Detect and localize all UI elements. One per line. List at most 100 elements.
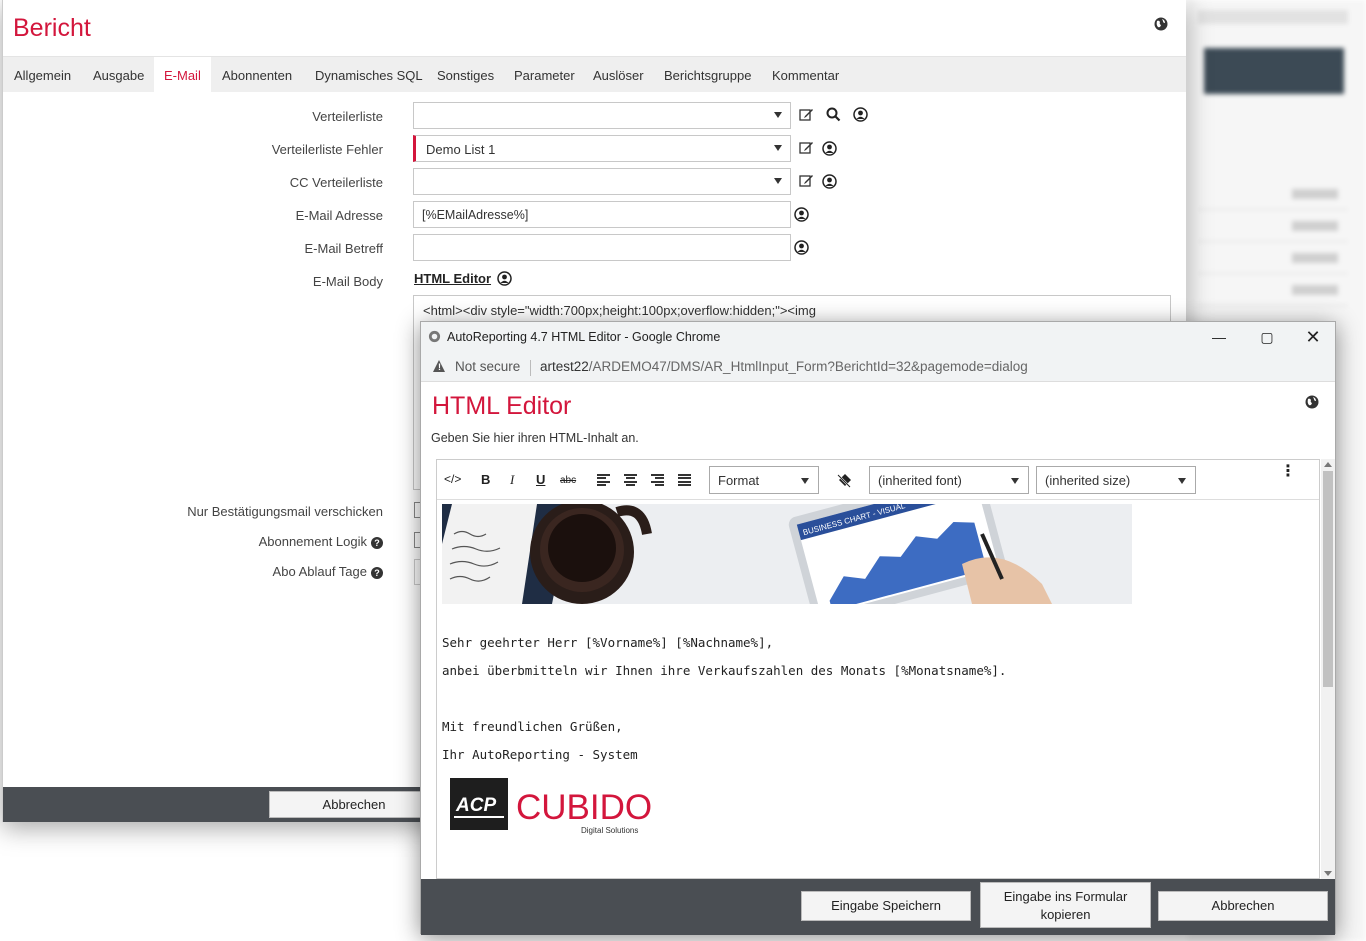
popup-footer: Eingabe Speichern Eingabe ins Formular k… — [421, 879, 1335, 935]
acp-cubido-logo: ACP CUBIDO Digital Solutions — [450, 778, 652, 835]
user-circle-icon[interactable] — [497, 271, 512, 286]
popup-subtitle: Geben Sie hier ihren HTML-Inhalt an. — [431, 431, 639, 445]
edit-icon[interactable] — [799, 107, 814, 122]
background-bar — [1198, 10, 1348, 24]
search-icon[interactable] — [826, 107, 841, 122]
more-options-icon[interactable]: ⋮ — [1280, 464, 1296, 480]
editor-toolbar: </> B I U abc Format (inherited font) (i… — [437, 460, 1319, 500]
tab-ausloeser[interactable]: Auslöser — [583, 57, 654, 92]
logo-tagline: Digital Solutions — [581, 826, 638, 835]
help-icon[interactable]: ? — [371, 536, 383, 549]
code-view-button[interactable]: </> — [444, 472, 461, 486]
cc-verteilerliste-select[interactable] — [413, 168, 791, 195]
scrollbar-thumb[interactable] — [1323, 471, 1333, 687]
align-left-icon[interactable] — [597, 474, 610, 486]
bold-button[interactable]: B — [481, 472, 490, 487]
tab-kommentar[interactable]: Kommentar — [762, 57, 849, 92]
chevron-down-icon — [774, 112, 782, 118]
user-circle-icon[interactable] — [853, 107, 868, 122]
format-value: Format — [718, 473, 760, 488]
underline-button[interactable]: U — [536, 472, 545, 487]
abonnement-logik-label: Abonnement Logik — [258, 534, 367, 549]
tab-sonstiges[interactable]: Sonstiges — [427, 57, 504, 92]
user-circle-icon[interactable] — [822, 174, 837, 189]
url-path: /ARDEMO47/DMS/AR_HtmlInput_Form?BerichtI… — [588, 359, 1028, 374]
user-circle-icon[interactable] — [822, 141, 837, 156]
close-icon[interactable]: ✕ — [1304, 328, 1322, 346]
align-center-icon[interactable] — [624, 474, 637, 486]
tab-ausgabe[interactable]: Ausgabe — [83, 57, 154, 92]
email-betreff-label: E-Mail Betreff — [304, 241, 383, 256]
verteilerliste-fehler-select[interactable]: Demo List 1 — [413, 135, 791, 162]
email-adresse-value: [%EMailAdresse%] — [422, 208, 529, 222]
page-title: Bericht — [13, 14, 91, 42]
background-row — [1198, 276, 1348, 306]
verteilerliste-select[interactable] — [413, 102, 791, 129]
abonnement-logik-row: Abonnement Logik? — [13, 534, 383, 549]
globe-icon[interactable] — [1305, 395, 1319, 409]
align-justify-icon[interactable] — [678, 474, 691, 486]
email-betreff-input[interactable] — [413, 234, 791, 261]
nur-bestaetigung-label: Nur Bestätigungsmail verschicken — [187, 504, 383, 519]
align-right-icon[interactable] — [651, 474, 664, 486]
tab-bar: Allgemein Ausgabe E-Mail Abonnenten Dyna… — [3, 57, 1186, 92]
scroll-up-icon[interactable] — [1324, 462, 1332, 467]
copy-to-form-label-1: Eingabe ins Formular — [1003, 889, 1128, 904]
not-secure-label: Not secure — [455, 359, 521, 374]
logo-cubido-text: CUBIDO — [516, 788, 652, 827]
chevron-down-icon — [801, 478, 809, 484]
dialog-header: Bericht — [3, 0, 1186, 57]
clear-format-icon[interactable] — [836, 473, 852, 489]
copy-to-form-button[interactable]: Eingabe ins Formular kopieren — [980, 882, 1151, 928]
italic-button[interactable]: I — [510, 472, 514, 488]
abo-ablauf-tage-label: Abo Ablauf Tage — [272, 564, 367, 579]
background-row — [1198, 212, 1348, 242]
email-adresse-input[interactable]: [%EMailAdresse%] — [413, 201, 791, 228]
vertical-scrollbar[interactable] — [1321, 459, 1335, 879]
url-text: artest22/ARDEMO47/DMS/AR_HtmlInput_Form?… — [540, 359, 1028, 374]
banner-image: BUSINESS CHART - VISUAL — [442, 504, 1132, 604]
popup-cancel-button[interactable]: Abbrechen — [1158, 891, 1328, 921]
chevron-down-icon — [1178, 478, 1186, 484]
cancel-button[interactable]: Abbrechen — [269, 791, 439, 818]
chevron-down-icon — [774, 145, 782, 151]
abo-ablauf-tage-row: Abo Ablauf Tage? — [13, 564, 383, 579]
strikethrough-button[interactable]: abc — [560, 475, 576, 486]
tab-abonnenten[interactable]: Abonnenten — [212, 57, 302, 92]
tab-berichtsgruppe[interactable]: Berichtsgruppe — [654, 57, 761, 92]
tab-email[interactable]: E-Mail — [154, 57, 211, 92]
size-select[interactable]: (inherited size) — [1036, 466, 1196, 494]
chrome-titlebar: AutoReporting 4.7 HTML Editor - Google C… — [421, 322, 1335, 352]
edit-icon[interactable] — [799, 173, 814, 188]
content-closing: Mit freundlichen Grüßen, — [442, 719, 623, 734]
maximize-icon[interactable]: ▢ — [1258, 328, 1276, 346]
content-line: anbei überbmitteln wir Ihnen ihre Verkau… — [442, 663, 1007, 678]
background-row — [1198, 180, 1348, 210]
email-body-label: E-Mail Body — [312, 274, 383, 289]
user-circle-icon[interactable] — [794, 207, 809, 222]
tab-parameter[interactable]: Parameter — [504, 57, 585, 92]
user-circle-icon[interactable] — [794, 240, 809, 255]
editor-content[interactable]: BUSINESS CHART - VISUAL Sehr geehrter He… — [442, 504, 1304, 878]
verteilerliste-fehler-label: Verteilerliste Fehler — [271, 142, 383, 157]
scroll-down-icon[interactable] — [1324, 871, 1332, 876]
format-select[interactable]: Format — [709, 466, 819, 494]
font-select[interactable]: (inherited font) — [869, 466, 1029, 494]
help-icon[interactable]: ? — [371, 566, 383, 579]
html-editor-link[interactable]: HTML Editor — [414, 271, 491, 286]
minimize-icon[interactable]: — — [1210, 328, 1228, 346]
content-signature: Ihr AutoReporting - System — [442, 747, 638, 762]
size-value: (inherited size) — [1045, 473, 1131, 488]
tab-dynamisches-sql[interactable]: Dynamisches SQL — [305, 57, 433, 92]
email-body-code-text: <html><div style="width:700px;height:100… — [423, 303, 816, 318]
tab-allgemein[interactable]: Allgemein — [4, 57, 81, 92]
edit-icon[interactable] — [799, 140, 814, 155]
cc-verteilerliste-label: CC Verteilerliste — [289, 175, 383, 190]
html-editor: </> B I U abc Format (inherited font) (i… — [436, 459, 1320, 879]
address-bar[interactable]: ! Not secure artest22/ARDEMO47/DMS/AR_Ht… — [421, 352, 1335, 382]
save-button[interactable]: Eingabe Speichern — [801, 891, 971, 921]
chevron-down-icon — [1011, 478, 1019, 484]
content-greeting: Sehr geehrter Herr [%Vorname%] [%Nachnam… — [442, 635, 774, 650]
chevron-down-icon — [774, 178, 782, 184]
globe-icon[interactable] — [1154, 17, 1168, 31]
